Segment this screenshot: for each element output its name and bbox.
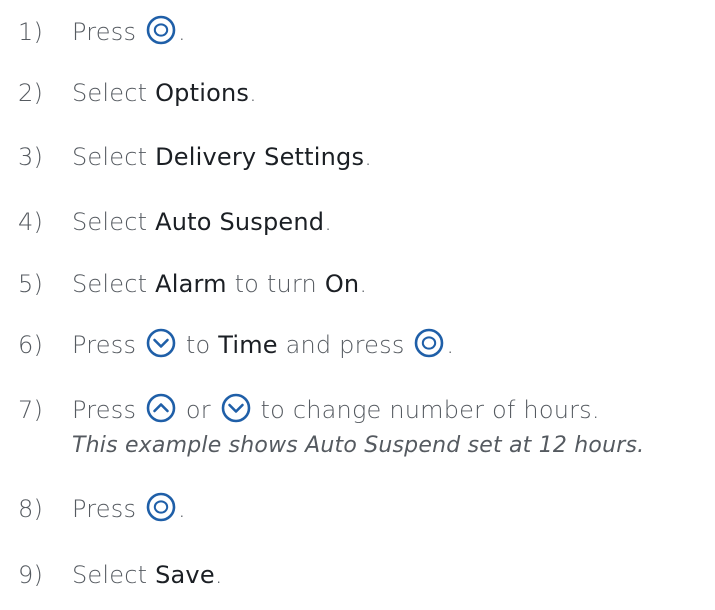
step-number: 4) <box>18 208 44 236</box>
press-word: Press <box>72 495 137 523</box>
select-word: Select <box>72 208 148 236</box>
period: . <box>446 331 455 359</box>
press-word: Press <box>72 396 137 424</box>
step-text: Select Alarm to turn On. <box>72 264 367 304</box>
select-word: Select <box>72 79 148 107</box>
select-button-icon <box>414 328 444 358</box>
period: . <box>364 143 373 171</box>
menu-option-label: Auto Suspend <box>155 208 325 236</box>
step-number: 1) <box>18 18 44 46</box>
step-number: 5) <box>18 270 44 298</box>
period: . <box>178 495 186 523</box>
step-text: Press or to change number of hours. <box>72 390 600 430</box>
select-button-icon <box>146 492 176 522</box>
step-6: 6) Press to Time and press . <box>0 325 715 365</box>
period: . <box>359 270 368 298</box>
example-note: This example shows Auto Suspend set at 1… <box>72 433 645 458</box>
menu-option-label: Time <box>218 331 278 359</box>
step-3: 3) Select Delivery Settings. <box>0 137 715 177</box>
and-press-text: and press <box>285 331 405 359</box>
step-number: 3) <box>18 143 44 171</box>
menu-option-label: Save <box>155 561 215 589</box>
period: . <box>178 18 186 46</box>
select-word: Select <box>72 561 148 589</box>
step-number: 8) <box>18 495 44 523</box>
period: . <box>324 208 333 236</box>
step-5: 5) Select Alarm to turn On. <box>0 264 715 304</box>
select-button-icon <box>146 15 176 45</box>
period: . <box>214 561 223 589</box>
down-arrow-button-icon <box>221 393 251 423</box>
step-number: 9) <box>18 561 44 589</box>
to-turn-text: to turn <box>234 270 317 298</box>
step-text: Select Save. <box>72 555 223 595</box>
step-text: Select Options. <box>72 73 257 113</box>
or-word: or <box>185 396 211 424</box>
step-number: 6) <box>18 331 44 359</box>
step-8: 8) Press . <box>0 489 715 529</box>
step-text: Select Auto Suspend. <box>72 202 332 242</box>
menu-option-label: Options <box>155 79 250 107</box>
step-1: 1) Press . <box>0 12 715 52</box>
step-2: 2) Select Options. <box>0 73 715 113</box>
step-7: 7) Press or to change number of hours. T… <box>0 390 715 470</box>
select-word: Select <box>72 270 148 298</box>
press-word: Press <box>72 18 137 46</box>
step-9: 9) Select Save. <box>0 555 715 595</box>
to-word: to <box>185 331 211 359</box>
press-word: Press <box>72 331 137 359</box>
menu-option-label: Alarm <box>155 270 227 298</box>
menu-option-label: Delivery Settings <box>155 143 365 171</box>
step-number: 2) <box>18 79 44 107</box>
change-hours-text: to change number of hours. <box>260 396 600 424</box>
step-text: Press . <box>72 489 186 529</box>
period: . <box>249 79 257 107</box>
step-number: 7) <box>18 396 44 424</box>
select-word: Select <box>72 143 148 171</box>
step-text: Select Delivery Settings. <box>72 137 372 177</box>
setting-value-label: On <box>324 270 360 298</box>
step-text: Press . <box>72 12 186 52</box>
down-arrow-button-icon <box>146 328 176 358</box>
up-arrow-button-icon <box>146 393 176 423</box>
step-4: 4) Select Auto Suspend. <box>0 202 715 242</box>
instruction-steps: 1) Press . 2) Select Options. 3) Select … <box>0 0 715 610</box>
step-text: Press to Time and press . <box>72 325 454 365</box>
